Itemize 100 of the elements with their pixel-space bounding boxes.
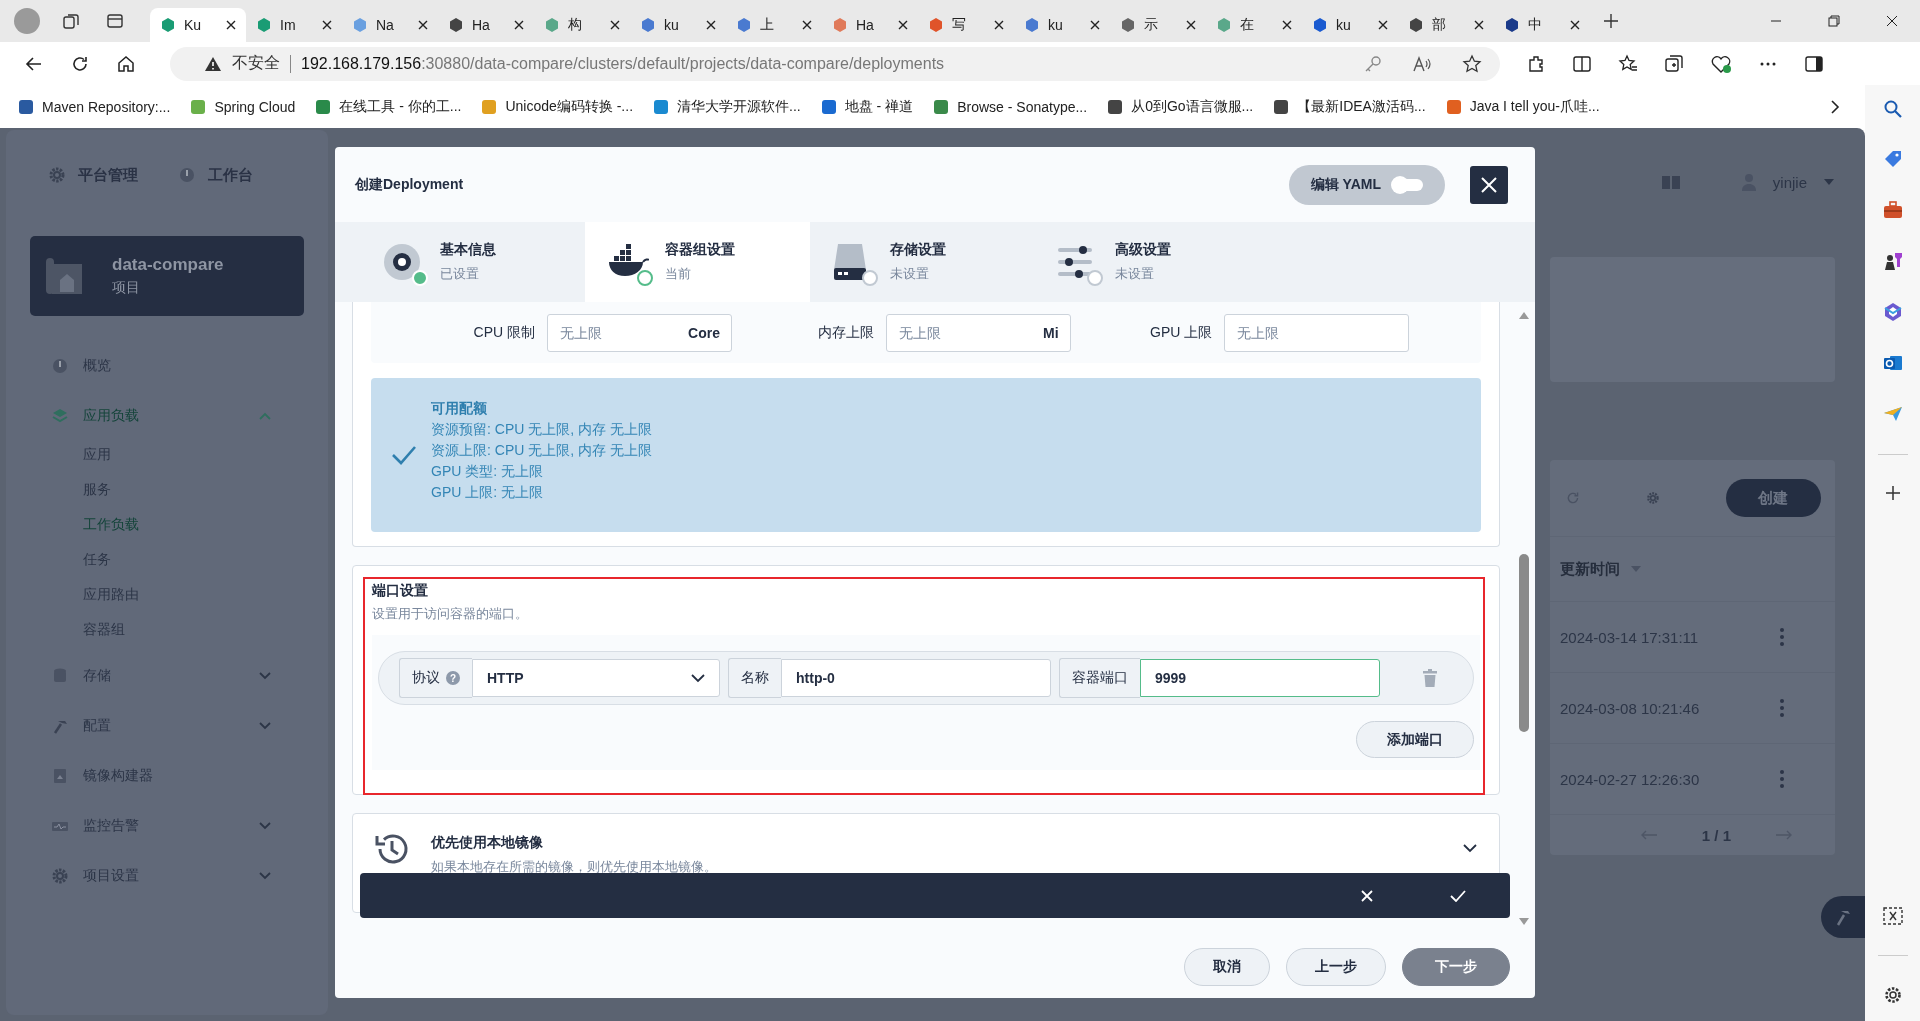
close-button[interactable] xyxy=(1470,165,1508,204)
favicon-icon xyxy=(1312,17,1328,33)
browser-tab[interactable]: Na xyxy=(342,8,438,42)
restore-icon[interactable] xyxy=(1828,15,1840,27)
browser-tab[interactable]: 构 xyxy=(534,8,630,42)
wizard-step[interactable]: 高级设置 未设置 xyxy=(1035,222,1260,302)
port-input[interactable]: 9999 xyxy=(1140,659,1380,697)
protocol-select[interactable]: HTTP xyxy=(472,659,720,697)
quota-line: 资源上限: CPU 无上限, 内存 无上限 xyxy=(431,442,652,460)
close-icon[interactable] xyxy=(1090,20,1100,30)
settings-icon[interactable] xyxy=(1882,985,1903,1005)
browser-tab[interactable]: 上 xyxy=(726,8,822,42)
key-icon[interactable] xyxy=(1364,54,1382,73)
bookmark-icon xyxy=(933,98,950,115)
close-icon[interactable] xyxy=(322,20,332,30)
footer-button[interactable]: 上一步 xyxy=(1286,947,1386,986)
sidebar-toggle-icon[interactable] xyxy=(1804,53,1824,74)
extensions-icon[interactable] xyxy=(1526,53,1546,74)
scrollbar-thumb[interactable] xyxy=(1519,554,1529,732)
workspaces-icon[interactable] xyxy=(62,12,80,30)
bookmark-link[interactable]: 在线工具 - 你的工... xyxy=(315,97,462,116)
bookmark-link[interactable]: 清华大学开源软件... xyxy=(653,97,801,116)
bookmark-icon xyxy=(653,98,670,115)
wizard-step[interactable]: 容器组设置 当前 xyxy=(585,222,810,302)
browser-tab[interactable]: Ha xyxy=(438,8,534,42)
chevron-right-icon[interactable] xyxy=(1829,98,1841,115)
favicon-icon xyxy=(256,17,272,33)
security-label: 不安全 xyxy=(232,53,280,73)
screenshot-icon[interactable] xyxy=(1881,906,1904,926)
close-icon[interactable] xyxy=(898,20,908,30)
table-cell: 2024-02-27 12:26:30 xyxy=(1560,770,1700,788)
close-icon[interactable] xyxy=(706,20,716,30)
quota-title: 可用配额 xyxy=(431,400,488,418)
address-field[interactable]: 不安全 192.168.179.156:30880/data-compare/clusters/default/projects/data-compare/deployments xyxy=(170,46,1500,81)
field-label: 内存上限 xyxy=(816,323,874,342)
tab-actions-icon[interactable] xyxy=(106,12,124,30)
footer-button[interactable]: 下一步 xyxy=(1402,947,1510,986)
browser-tab[interactable]: ku xyxy=(1302,8,1398,42)
browser-tab[interactable]: 中 xyxy=(1494,8,1590,42)
browser-tab[interactable]: ku xyxy=(630,8,726,42)
close-icon[interactable] xyxy=(418,20,428,30)
close-icon xyxy=(1480,175,1498,194)
wizard-step[interactable]: 存储设置 未设置 xyxy=(810,222,1035,302)
browser-tab[interactable]: 在 xyxy=(1206,8,1302,42)
collections-icon[interactable] xyxy=(1664,53,1684,74)
close-icon[interactable] xyxy=(514,20,524,30)
section-title: 优先使用本地镜像 xyxy=(431,834,544,852)
health-icon[interactable] xyxy=(1710,53,1732,74)
check-icon[interactable] xyxy=(1450,889,1466,902)
footer-button[interactable]: 取消 xyxy=(1184,947,1270,986)
bookmark-link[interactable]: Maven Repository:... xyxy=(18,98,171,115)
close-icon[interactable] xyxy=(1474,20,1484,30)
browser-tab[interactable]: ku xyxy=(1014,8,1110,42)
limit-input[interactable]: 无上限 xyxy=(1224,313,1410,352)
bookmark-link[interactable]: 地盘 - 禅道 xyxy=(820,97,914,116)
close-icon[interactable] xyxy=(610,20,620,30)
nav-icon xyxy=(51,357,69,375)
browser-tab[interactable]: 示 xyxy=(1110,8,1206,42)
split-screen-icon[interactable] xyxy=(1572,53,1592,74)
favicon-icon xyxy=(1216,17,1232,33)
close-icon[interactable] xyxy=(226,20,236,30)
browser-tab[interactable]: 部 xyxy=(1398,8,1494,42)
name-input[interactable]: http-0 xyxy=(781,659,1051,697)
close-icon[interactable] xyxy=(1570,20,1580,30)
dialog-title: 创建Deployment xyxy=(355,175,464,194)
bookmark-link[interactable]: Spring Cloud xyxy=(190,98,296,115)
browser-tab[interactable]: Ku xyxy=(150,8,246,42)
close-icon[interactable] xyxy=(994,20,1004,30)
read-aloud-icon[interactable] xyxy=(1412,54,1432,73)
browser-tab[interactable]: Ha xyxy=(822,8,918,42)
favorite-icon[interactable] xyxy=(1462,53,1482,74)
field-label: 协议 ? xyxy=(399,658,472,698)
close-icon[interactable] xyxy=(1378,20,1388,30)
add-icon[interactable] xyxy=(1883,484,1902,502)
bookmark-link[interactable]: Java I tell you-爪哇... xyxy=(1445,97,1600,116)
browser-tab[interactable]: Im xyxy=(246,8,342,42)
wizard-step[interactable]: 基本信息 已设置 xyxy=(360,222,585,302)
bookmark-link[interactable]: 【最新IDEA激活码... xyxy=(1273,97,1426,116)
favorites-icon[interactable] xyxy=(1618,53,1638,74)
yaml-toggle[interactable]: 编辑 YAML xyxy=(1288,164,1445,205)
close-icon[interactable] xyxy=(1282,20,1292,30)
close-icon[interactable] xyxy=(802,20,812,30)
close-icon[interactable] xyxy=(1886,15,1898,27)
scroll-up-icon[interactable] xyxy=(1518,310,1530,320)
search-icon[interactable] xyxy=(1882,99,1903,119)
caret-icon xyxy=(1823,178,1835,186)
field-label: GPU 上限 xyxy=(1149,323,1213,342)
new-tab-icon[interactable] xyxy=(1602,12,1620,30)
bookmark-link[interactable]: Browse - Sonatype... xyxy=(933,98,1088,115)
bookmark-link[interactable]: 从0到Go语言微服... xyxy=(1107,97,1254,116)
browser-tab[interactable]: 写 xyxy=(918,8,1014,42)
home-icon[interactable] xyxy=(116,53,136,74)
add-port-button[interactable]: 添加端口 xyxy=(1356,721,1474,758)
close-icon[interactable] xyxy=(1186,20,1196,30)
scroll-down-icon[interactable] xyxy=(1518,917,1530,927)
project-card[interactable]: data-compare 项目 xyxy=(30,236,304,316)
toolbox-icon[interactable] xyxy=(1881,199,1904,221)
bookmark-link[interactable]: Unicode编码转换 -... xyxy=(481,97,634,116)
bookmark-icon xyxy=(481,98,498,115)
bookmark-icon xyxy=(315,98,332,115)
